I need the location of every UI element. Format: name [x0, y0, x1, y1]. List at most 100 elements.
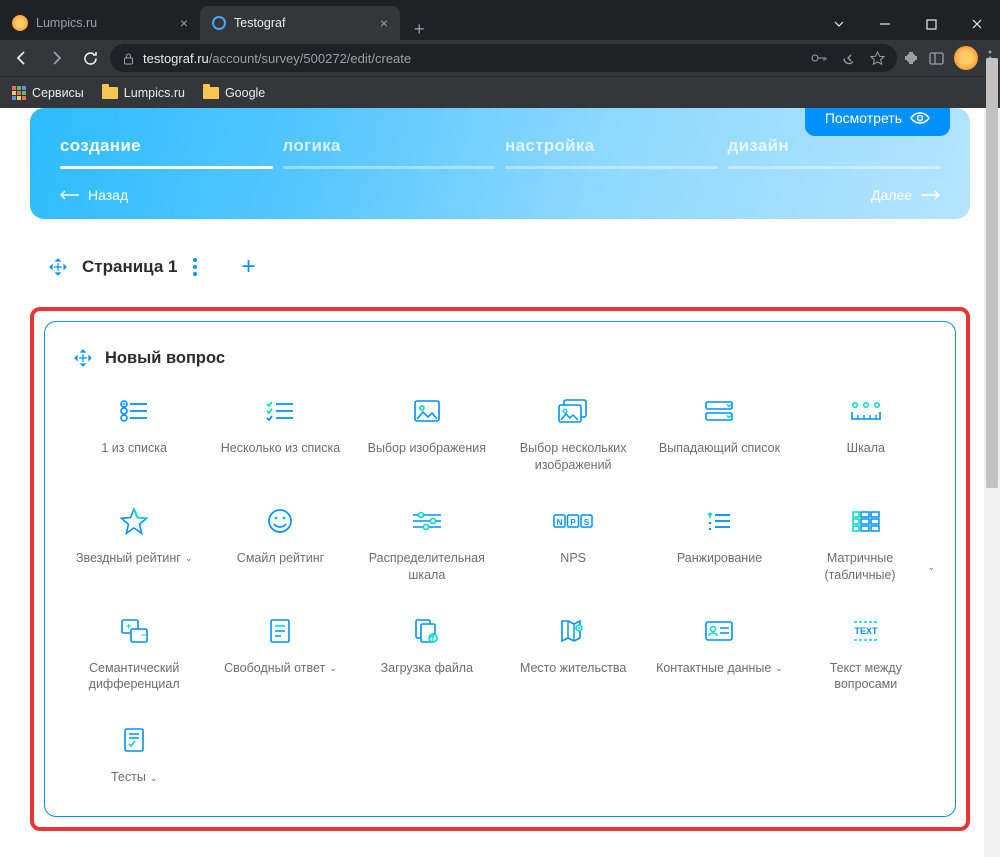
chevron-down-icon: ⌄	[185, 552, 193, 564]
question-type-star[interactable]: Звездный рейтинг⌄	[65, 502, 203, 584]
bookmarks-bar: Сервисы Lumpics.ru Google	[0, 76, 1000, 108]
question-type-label: Тесты⌄	[111, 769, 157, 786]
extensions-icon[interactable]	[903, 50, 919, 66]
question-type-images[interactable]: Выбор нескольких изображений	[504, 392, 642, 474]
images-icon	[557, 392, 589, 430]
chevron-down-icon: ⌄	[775, 662, 783, 674]
step-design[interactable]: дизайн	[728, 136, 941, 169]
question-type-label: Семантический дифференциал	[65, 660, 203, 694]
tab-close-icon[interactable]: ×	[180, 15, 188, 31]
question-types-grid: 1 из спискаНесколько из списка Выбор изоб…	[65, 392, 935, 786]
preview-button[interactable]: Посмотреть	[805, 108, 950, 136]
question-type-check-list[interactable]: Несколько из списка	[211, 392, 349, 474]
radio-list-icon	[119, 392, 149, 430]
new-tab-button[interactable]: +	[400, 19, 439, 40]
page-title: Страница 1	[82, 257, 177, 277]
tab-close-icon[interactable]: ×	[380, 15, 388, 31]
question-type-upload[interactable]: Загрузка файла	[358, 612, 496, 694]
eye-icon	[910, 111, 930, 125]
scale-icon	[849, 392, 883, 430]
move-icon[interactable]	[48, 257, 68, 277]
apps-icon	[12, 86, 26, 100]
question-type-semantic[interactable]: +− Семантический дифференциал	[65, 612, 203, 694]
question-type-sliders[interactable]: Распределительная шкала	[358, 502, 496, 584]
step-settings[interactable]: настройка	[505, 136, 718, 169]
page-content: Посмотреть создание логика настройка диз…	[0, 108, 1000, 857]
question-type-location[interactable]: Место жительства	[504, 612, 642, 694]
question-type-dropdown[interactable]: Выпадающий список	[650, 392, 788, 474]
question-type-label: Распределительная шкала	[358, 550, 496, 584]
key-icon[interactable]	[811, 53, 827, 63]
wizard-nav: Назад Далее	[30, 181, 970, 219]
question-type-label: Выбор изображения	[368, 440, 486, 457]
reload-button[interactable]	[76, 44, 104, 72]
question-type-label: NPS	[560, 550, 586, 567]
wizard-back-link[interactable]: Назад	[60, 187, 128, 203]
browser-tab[interactable]: Testograf ×	[200, 6, 400, 40]
question-type-label: Загрузка файла	[381, 660, 474, 677]
question-type-image[interactable]: Выбор изображения	[358, 392, 496, 474]
back-button[interactable]	[8, 44, 36, 72]
browser-toolbar: testograf.ru/account/survey/500272/edit/…	[0, 40, 1000, 76]
bookmark-apps[interactable]: Сервисы	[12, 86, 84, 100]
forward-button[interactable]	[42, 44, 70, 72]
question-type-label: Ранжирование	[677, 550, 762, 567]
svg-text:N: N	[557, 518, 563, 527]
star-icon[interactable]	[870, 51, 885, 66]
add-page-button[interactable]: +	[241, 253, 255, 281]
browser-tab[interactable]: Lumpics.ru ×	[0, 6, 200, 40]
wizard-header: Посмотреть создание логика настройка диз…	[30, 108, 970, 219]
profile-avatar[interactable]	[954, 46, 978, 70]
question-type-label: Контактные данные⌄	[656, 660, 783, 677]
share-icon[interactable]	[841, 51, 856, 66]
tab-title: Lumpics.ru	[36, 16, 97, 30]
question-type-test[interactable]: Тесты⌄	[65, 721, 203, 786]
location-icon	[559, 612, 587, 650]
step-create[interactable]: создание	[60, 136, 273, 169]
question-type-matrix[interactable]: Матричные (табличные)⌄	[797, 502, 935, 584]
svg-text:P: P	[570, 518, 576, 527]
address-bar[interactable]: testograf.ru/account/survey/500272/edit/…	[110, 44, 897, 72]
browser-titlebar: Lumpics.ru × Testograf × +	[0, 0, 1000, 40]
svg-text:−: −	[141, 630, 146, 640]
close-icon[interactable]	[954, 8, 1000, 40]
question-type-smile[interactable]: Смайл рейтинг	[211, 502, 349, 584]
check-list-icon	[265, 392, 295, 430]
dropdown-icon	[704, 392, 734, 430]
contact-icon	[704, 612, 734, 650]
chevron-down-icon: ⌄	[927, 561, 935, 573]
svg-text:S: S	[584, 518, 590, 527]
move-icon[interactable]	[73, 348, 93, 368]
question-type-nps[interactable]: NPS NPS	[504, 502, 642, 584]
question-type-label: Выпадающий список	[659, 440, 780, 457]
scrollbar-thumb[interactable]	[986, 58, 998, 488]
arrow-right-icon	[920, 190, 940, 200]
question-type-contact[interactable]: Контактные данные⌄	[650, 612, 788, 694]
smile-icon	[266, 502, 294, 540]
highlight-frame: Новый вопрос 1 из спискаНесколько из спи…	[30, 307, 970, 831]
chevron-down-icon: ⌄	[329, 662, 337, 674]
window-caret-icon[interactable]	[816, 8, 862, 40]
wizard-next-link[interactable]: Далее	[871, 187, 940, 203]
bookmark-folder[interactable]: Lumpics.ru	[102, 86, 185, 100]
question-type-free-text[interactable]: Свободный ответ⌄	[211, 612, 349, 694]
question-type-radio-list[interactable]: 1 из списка	[65, 392, 203, 474]
minimize-icon[interactable]	[862, 8, 908, 40]
new-question-panel: Новый вопрос 1 из спискаНесколько из спи…	[44, 321, 956, 817]
question-type-rank[interactable]: Ранжирование	[650, 502, 788, 584]
sidepanel-icon[interactable]	[929, 51, 944, 66]
panel-header: Новый вопрос	[65, 348, 935, 368]
chevron-down-icon: ⌄	[150, 772, 158, 784]
page-menu-icon[interactable]	[193, 258, 197, 276]
folder-icon	[102, 87, 118, 99]
sliders-icon	[411, 502, 443, 540]
semantic-icon: +−	[119, 612, 149, 650]
question-type-text-block[interactable]: TEXTТекст между вопросами	[797, 612, 935, 694]
free-text-icon	[268, 612, 292, 650]
question-type-scale[interactable]: Шкала	[797, 392, 935, 474]
bookmark-folder[interactable]: Google	[203, 86, 265, 100]
step-logic[interactable]: логика	[283, 136, 496, 169]
preview-label: Посмотреть	[825, 110, 902, 126]
maximize-icon[interactable]	[908, 8, 954, 40]
panel-title: Новый вопрос	[105, 349, 225, 368]
